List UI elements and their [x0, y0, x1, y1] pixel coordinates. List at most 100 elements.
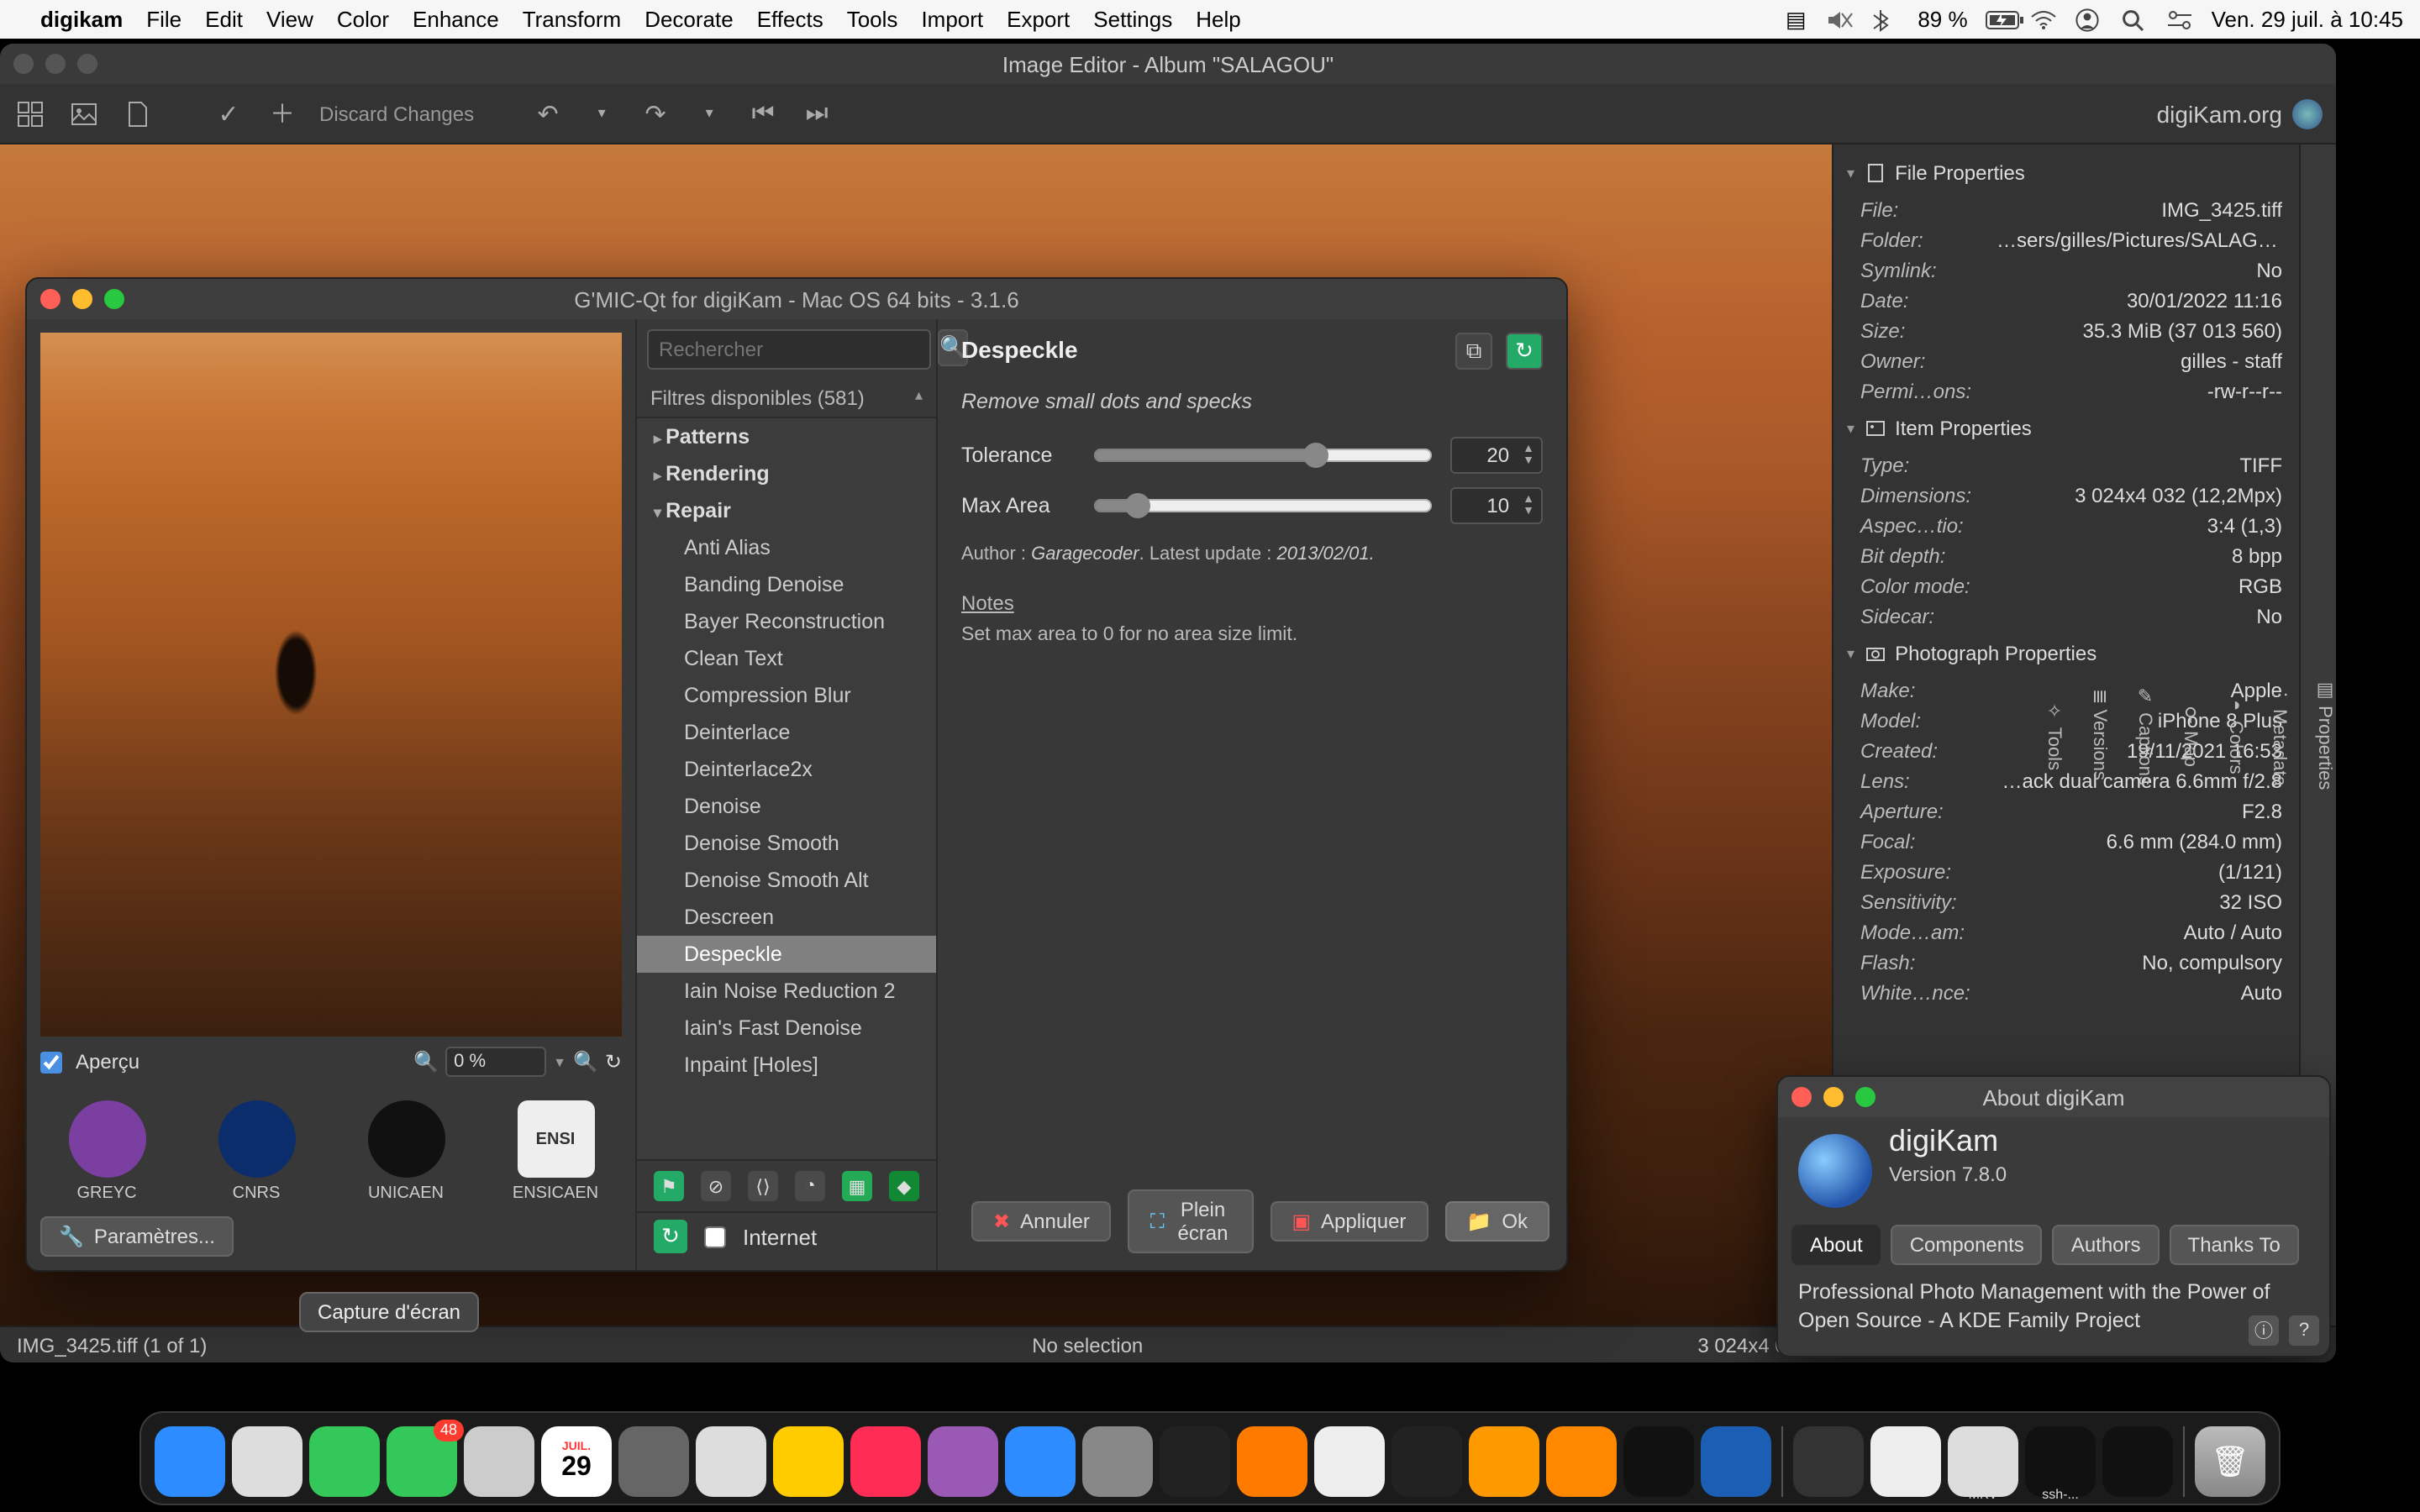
tolerance-stepper[interactable]: ▲▼ [1516, 444, 1541, 467]
dock-app-launchpad[interactable] [232, 1426, 302, 1497]
spotlight-icon[interactable] [2121, 8, 2149, 31]
disk-icon[interactable]: ▤ [1781, 6, 1810, 33]
filter-item[interactable]: Iain Noise Reduction 2 [637, 973, 936, 1010]
dock-app-r4[interactable]: ssh-... [2025, 1426, 2096, 1497]
undo-icon[interactable]: ↶ [531, 97, 565, 130]
menu-file[interactable]: File [146, 7, 182, 32]
filter-item[interactable]: Compression Blur [637, 677, 936, 714]
menu-settings[interactable]: Settings [1093, 7, 1172, 32]
undo-drop-icon[interactable]: ▾ [585, 97, 618, 130]
dock-app-facetime[interactable]: 48 [387, 1426, 457, 1497]
filter-category[interactable]: Repair [637, 492, 936, 529]
dock-app-vlc[interactable] [1546, 1426, 1617, 1497]
filter-item[interactable]: Denoise [637, 788, 936, 825]
file-properties-header[interactable]: ▾File Properties [1833, 151, 2299, 195]
bluetooth-icon[interactable] [1872, 8, 1901, 31]
side-tab-versions[interactable]: ≣ Versions [2089, 690, 2111, 781]
apply-button[interactable]: ▣Appliquer [1270, 1201, 1428, 1242]
filter-search-input[interactable] [647, 329, 931, 370]
tag-remove-icon[interactable]: ⊘ [701, 1171, 731, 1201]
side-tab-colors[interactable]: ◑ Colors [2225, 696, 2245, 774]
filter-item[interactable]: Bayer Reconstruction [637, 603, 936, 640]
filter-item[interactable]: Deinterlace2x [637, 751, 936, 788]
side-tab-properties[interactable]: ▤ Properties [2314, 680, 2336, 790]
skip-back-icon[interactable]: ⏮ [746, 97, 780, 130]
sponsor-logo[interactable]: CNRS [190, 1100, 323, 1203]
dock-app-krita[interactable] [1469, 1426, 1539, 1497]
side-tab-map[interactable]: ⚲ Map [2180, 704, 2202, 767]
menu-export[interactable]: Export [1007, 7, 1070, 32]
filter-item[interactable]: Inpaint [Holes] [637, 1047, 936, 1084]
dock-app-appstore[interactable] [1005, 1426, 1076, 1497]
filter-item[interactable]: Denoise Smooth [637, 825, 936, 862]
update-icon[interactable]: ↻ [654, 1220, 687, 1253]
dock-app-r3[interactable]: MKV [1948, 1426, 2018, 1497]
dock-app-textedit[interactable] [1314, 1426, 1385, 1497]
about-tab-about[interactable]: About [1791, 1225, 1881, 1265]
photo-properties-header[interactable]: ▾Photograph Properties [1833, 632, 2299, 675]
about-tab-authors[interactable]: Authors [2053, 1225, 2160, 1265]
menu-effects[interactable]: Effects [757, 7, 823, 32]
filters-collapse-icon[interactable]: ▴ [915, 386, 923, 410]
zoom-dropdown-icon[interactable]: ▼ [553, 1054, 566, 1069]
gmic-preview-image[interactable] [40, 333, 622, 1037]
delete-icon[interactable]: ▦ [842, 1171, 872, 1201]
about-info-icon[interactable]: ⓘ [2249, 1315, 2279, 1346]
menubar-app-name[interactable]: digikam [40, 7, 123, 32]
discard-changes-btn[interactable]: Discard Changes [319, 102, 474, 125]
maxarea-stepper[interactable]: ▲▼ [1516, 494, 1541, 517]
maxarea-value[interactable] [1452, 489, 1516, 522]
control-center-icon[interactable] [2166, 9, 2195, 29]
dock-app-messages[interactable] [309, 1426, 380, 1497]
internet-checkbox[interactable] [704, 1226, 726, 1247]
zoom-in-icon[interactable]: 🔍 [573, 1050, 598, 1074]
menu-edit[interactable]: Edit [205, 7, 243, 32]
view-code-icon[interactable]: ⟨⟩ [748, 1171, 778, 1201]
new-icon[interactable] [121, 97, 155, 130]
apply-icon[interactable]: ✓ [212, 97, 245, 130]
image-icon[interactable] [67, 97, 101, 130]
filter-item[interactable]: Clean Text [637, 640, 936, 677]
tolerance-value[interactable] [1452, 438, 1516, 472]
zoom-out-icon[interactable]: 🔍 [413, 1050, 439, 1074]
side-tab-tools[interactable]: ✧ Tools [2044, 700, 2065, 769]
dock-app-r1[interactable] [1793, 1426, 1864, 1497]
expand-icon[interactable]: ◆ [889, 1171, 919, 1201]
zoom-input[interactable] [445, 1047, 546, 1077]
sponsor-logo[interactable]: ENSIENSICAEN [489, 1100, 622, 1203]
dock-app-obs[interactable] [1623, 1426, 1694, 1497]
tolerance-slider[interactable] [1092, 442, 1434, 469]
skip-fwd-icon[interactable]: ⏭ [800, 97, 834, 130]
menu-help[interactable]: Help [1196, 7, 1241, 32]
filter-tree[interactable]: PatternsRenderingRepairAnti AliasBanding… [637, 418, 936, 1159]
menu-tools[interactable]: Tools [847, 7, 898, 32]
item-properties-header[interactable]: ▾Item Properties [1833, 407, 2299, 450]
preview-checkbox[interactable] [40, 1051, 62, 1073]
user-icon[interactable] [2075, 8, 2104, 31]
side-tab-captions[interactable]: ✎ Captions [2134, 685, 2156, 785]
mute-icon[interactable] [1827, 9, 1855, 29]
visibility-icon[interactable]: ◔ [795, 1171, 825, 1201]
zoom-reset-icon[interactable]: ↻ [605, 1050, 622, 1074]
about-help-icon[interactable]: ? [2289, 1315, 2319, 1346]
filter-category[interactable]: Patterns [637, 418, 936, 455]
parameters-btn[interactable]: 🔧Paramètres... [40, 1216, 234, 1257]
thumbnails-icon[interactable] [13, 97, 47, 130]
dock-app-firefox[interactable] [1237, 1426, 1307, 1497]
fave-add-icon[interactable]: ⚑ [654, 1171, 684, 1201]
dock-app-preview[interactable] [696, 1426, 766, 1497]
dock-app-r2[interactable] [1870, 1426, 1941, 1497]
reset-params-icon[interactable]: ↻ [1506, 333, 1543, 370]
dock-app-finder[interactable] [155, 1426, 225, 1497]
side-tab-metadata[interactable]: ⋮ Metadata [2269, 685, 2291, 785]
menu-view[interactable]: View [266, 7, 313, 32]
battery-icon[interactable] [1985, 9, 2013, 29]
dock-app-screenshot[interactable] [464, 1426, 534, 1497]
filter-item[interactable]: Despeckle [637, 936, 936, 973]
window-controls[interactable] [13, 54, 97, 74]
dock[interactable]: 48JUIL.29MKVssh-...🗑 [139, 1411, 2281, 1505]
filter-item[interactable]: Denoise Smooth Alt [637, 862, 936, 899]
dock-app-settings[interactable] [1082, 1426, 1153, 1497]
filter-item[interactable]: Deinterlace [637, 714, 936, 751]
sponsor-logo[interactable]: GREYC [40, 1100, 173, 1203]
